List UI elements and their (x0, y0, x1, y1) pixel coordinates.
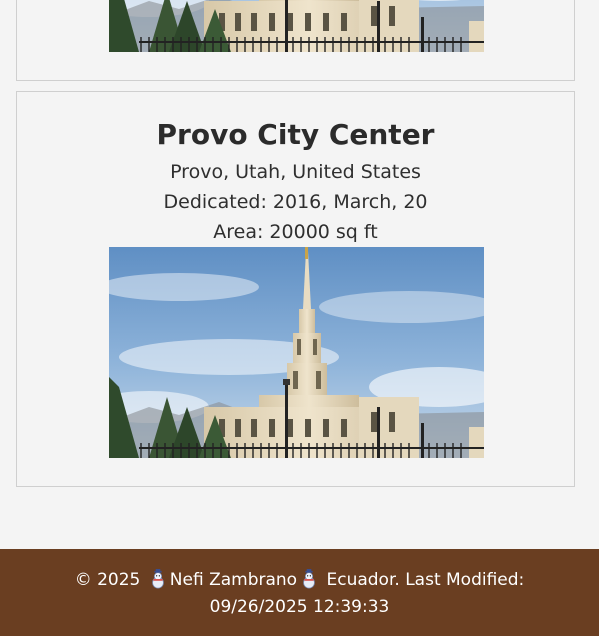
temple-card (16, 0, 575, 81)
temple-photo (109, 247, 484, 458)
snowman-icon (151, 569, 164, 589)
snowman-icon (303, 569, 315, 589)
footer-author: Nefi Zambrano (169, 570, 298, 590)
page-footer: © 2025 Nefi Zambrano Ecuador. Last Modif… (0, 549, 599, 636)
temple-card: Provo City Center Provo, Utah, United St… (16, 91, 575, 487)
footer-copyright: © 2025 (74, 570, 141, 590)
temple-photo (109, 0, 484, 52)
temple-dedicated: Dedicated: 2016, March, 20 (163, 191, 428, 213)
temple-area: Area: 20000 sq ft (213, 221, 378, 243)
temple-location: Provo, Utah, United States (170, 161, 421, 183)
footer-country: Ecuador. (326, 570, 400, 590)
temple-name: Provo City Center (156, 118, 435, 151)
